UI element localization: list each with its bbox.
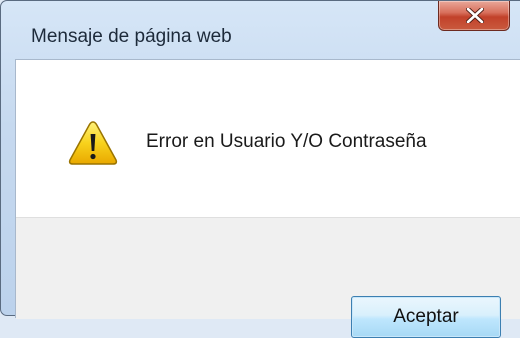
dialog-window: Mensaje de página web Error en Usuario Y…: [0, 0, 520, 338]
dialog-title: Mensaje de página web: [31, 26, 232, 47]
accept-button[interactable]: Aceptar: [351, 296, 501, 338]
close-icon: [466, 8, 484, 23]
title-bar[interactable]: Mensaje de página web: [1, 1, 520, 47]
dialog-body: Error en Usuario Y/O Contraseña Aceptar: [15, 59, 520, 338]
message-area: Error en Usuario Y/O Contraseña: [16, 60, 520, 217]
error-message: Error en Usuario Y/O Contraseña: [146, 131, 427, 152]
button-bar: Aceptar: [16, 217, 520, 338]
close-button[interactable]: [438, 1, 510, 31]
warning-icon: [68, 121, 118, 165]
